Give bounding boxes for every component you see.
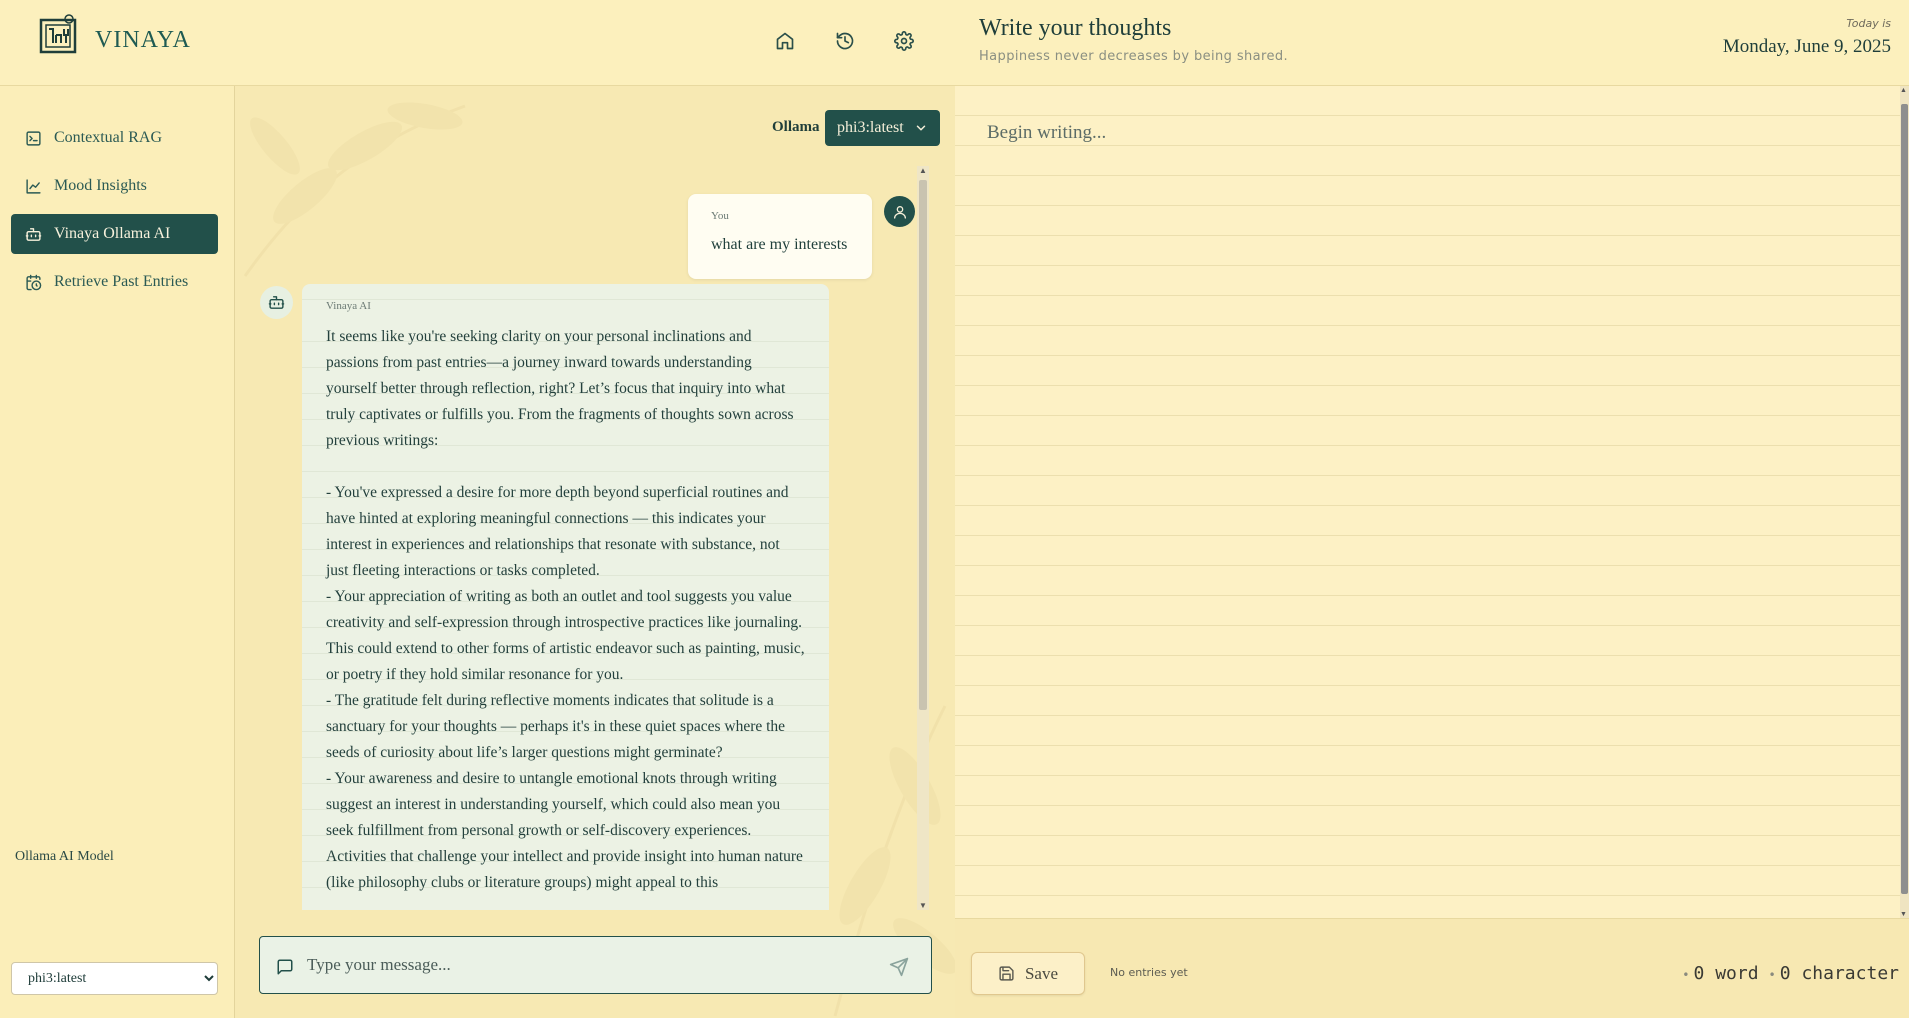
scroll-up-icon[interactable]: ▲: [1900, 86, 1907, 94]
sidebar-item-label: Mood Insights: [54, 177, 147, 194]
chevron-down-icon: [914, 121, 928, 140]
journal-title: Write your thoughts: [979, 15, 1172, 41]
today-label: Today is: [1846, 17, 1891, 30]
journal-editor: [955, 86, 1900, 918]
sidebar-item-label: Vinaya Ollama AI: [54, 225, 171, 242]
sidebar-item-vinaya-ollama-ai[interactable]: Vinaya Ollama AI: [11, 214, 218, 254]
word-count: 0 word: [1693, 963, 1759, 984]
sidebar-item-label: Contextual RAG: [54, 129, 162, 146]
journal-textarea[interactable]: [955, 86, 1900, 918]
bot-icon: [23, 224, 43, 244]
chat-input[interactable]: [307, 951, 867, 979]
save-label: Save: [1024, 963, 1059, 983]
entries-status: No entries yet: [1110, 966, 1188, 979]
document-icon: [23, 128, 43, 148]
scroll-down-icon[interactable]: ▼: [919, 901, 927, 910]
model-select-label: Ollama AI Model: [15, 849, 114, 864]
message-text: what are my interests: [711, 236, 848, 253]
char-count: 0 character: [1779, 963, 1899, 984]
user-avatar-icon: [884, 196, 915, 227]
sidebar-item-label: Retrieve Past Entries: [54, 273, 189, 290]
message-text: It seems like you're seeking clarity on …: [326, 328, 805, 891]
journal-subtitle: Happiness never decreases by being share…: [979, 49, 1289, 64]
save-icon: [998, 965, 1015, 982]
save-button[interactable]: Save: [971, 952, 1085, 995]
sidebar-item-mood-insights[interactable]: Mood Insights: [11, 166, 218, 206]
user-message: You what are my interests: [688, 194, 872, 279]
chat-input-box: [259, 936, 932, 994]
message-sender: You: [711, 210, 729, 222]
journal-footer: Save No entries yet • 0 word • 0 character: [955, 918, 1909, 1018]
editor-scrollbar[interactable]: ▲ ▼: [1900, 86, 1909, 918]
provider-model-dropdown[interactable]: phi3:latest: [825, 110, 940, 146]
message-sender: Vinaya AI: [326, 300, 371, 312]
calendar-clock-icon: [23, 272, 43, 292]
chat-panel: Ollama phi3:latest You what are my inter…: [235, 86, 955, 1018]
chat-scrollbar[interactable]: ▲ ▼: [917, 166, 929, 910]
brand-name: VINAYA: [95, 27, 191, 53]
chart-line-icon: [23, 176, 43, 196]
provider-model-value: phi3:latest: [837, 119, 904, 136]
current-date: Monday, June 9, 2025: [1722, 36, 1891, 57]
history-icon[interactable]: [830, 26, 860, 56]
scrollbar-thumb[interactable]: [1901, 104, 1908, 894]
scroll-up-icon[interactable]: ▲: [919, 166, 927, 175]
sidebar-item-contextual-rag[interactable]: Contextual RAG: [11, 118, 218, 158]
scroll-down-icon[interactable]: ▼: [1900, 910, 1907, 918]
bot-message: Vinaya AI It seems like you're seeking c…: [302, 284, 829, 910]
send-icon[interactable]: [889, 957, 909, 982]
home-icon[interactable]: [770, 26, 800, 56]
app-header: VINAYA: [0, 0, 955, 86]
bot-avatar-icon: [260, 286, 293, 319]
sidebar-item-retrieve-past-entries[interactable]: Retrieve Past Entries: [11, 262, 218, 302]
vinaya-logo: [39, 14, 77, 54]
model-select[interactable]: phi3:latest: [11, 962, 218, 995]
journal-header: Write your thoughts Happiness never decr…: [955, 0, 1909, 86]
text-counts: • 0 word • 0 character: [1682, 963, 1899, 984]
scrollbar-thumb[interactable]: [919, 180, 927, 710]
message-list: You what are my interests Vinaya AI It s…: [235, 166, 918, 910]
message-icon: [276, 958, 294, 981]
provider-label: Ollama: [772, 119, 820, 135]
settings-icon[interactable]: [889, 26, 919, 56]
sidebar: Contextual RAG Mood Insights Vinaya Olla…: [0, 86, 235, 1018]
